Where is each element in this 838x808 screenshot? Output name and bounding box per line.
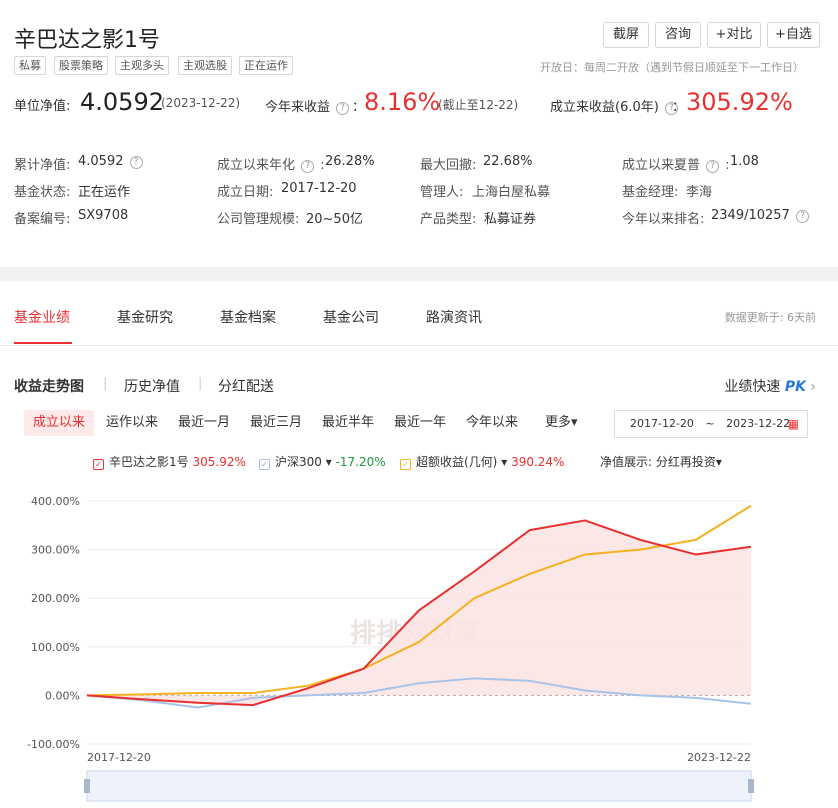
- aum-label: 公司管理规模:: [217, 212, 300, 227]
- cum-nav-value: 4.0592 ?: [78, 154, 145, 169]
- annualized-label: 成立以来年化 ? :: [217, 158, 325, 173]
- tab-research[interactable]: 基金研究: [117, 307, 173, 327]
- status-label: 基金状态:: [14, 185, 71, 200]
- x-tick-label: 2023-12-22: [687, 751, 751, 764]
- navigator-right-handle[interactable]: [748, 779, 754, 793]
- open-day-text: 开放日：每周二开放（遇到节假日顺延至下一工作日）: [540, 61, 804, 74]
- max-drawdown-label: 最大回撤:: [420, 158, 477, 173]
- nav-label: 单位净值:: [14, 99, 71, 114]
- fund-manager-label: 基金经理:: [622, 185, 679, 200]
- y-tick-label: 300.00%: [31, 544, 80, 557]
- range-3m[interactable]: 最近三月: [241, 410, 311, 436]
- tag-running: 正在运作: [239, 56, 293, 75]
- sharpe-value: 1.08: [730, 154, 759, 169]
- calendar-icon: ▦: [787, 417, 799, 431]
- fund-title: 辛巴达之影1号: [14, 28, 160, 53]
- screenshot-button[interactable]: 截屏: [603, 22, 649, 48]
- since-value: 305.92%: [686, 88, 793, 116]
- date-start: 2017-12-20: [630, 417, 694, 430]
- watchlist-button[interactable]: +自选: [767, 22, 820, 48]
- excess-dropdown-icon: ▾: [501, 455, 508, 469]
- chevron-right-icon: ›: [810, 379, 816, 395]
- help-icon[interactable]: ?: [129, 156, 143, 169]
- product-type-label: 产品类型:: [420, 212, 477, 227]
- status-value: 正在运作: [78, 185, 131, 200]
- y-tick-label: 100.00%: [31, 641, 80, 654]
- y-tick-label: 400.00%: [31, 495, 80, 508]
- subtab-separator: |: [103, 376, 108, 391]
- check-icon: ✓: [400, 459, 411, 470]
- pk-link[interactable]: 业绩快速 PK ›: [724, 376, 816, 396]
- manager-co-link[interactable]: 上海白屋私募: [472, 181, 550, 200]
- tag-private: 私募: [14, 56, 46, 75]
- check-icon: ✓: [93, 459, 104, 470]
- range-6m[interactable]: 最近半年: [313, 410, 383, 436]
- ytd-rank-label: 今年以来排名:: [622, 212, 705, 227]
- ytd-value: 8.16%: [364, 88, 441, 116]
- range-since-inception[interactable]: 成立以来: [24, 410, 95, 436]
- range-1y[interactable]: 最近一年: [385, 410, 455, 436]
- inception-value: 2017-12-20: [281, 181, 357, 196]
- navigator-left-handle[interactable]: [84, 779, 90, 793]
- tab-active-indicator: [14, 342, 72, 344]
- tab-roadshow[interactable]: 路演资讯: [426, 307, 482, 327]
- tag-subjective-long: 主观多头: [115, 56, 169, 75]
- tag-stock-strategy: 股票策略: [54, 56, 108, 75]
- range-since-running[interactable]: 运作以来: [97, 410, 167, 436]
- check-icon: ✓: [259, 459, 270, 470]
- record-no-label: 备案编号:: [14, 212, 71, 227]
- help-icon[interactable]: ?: [336, 102, 350, 115]
- subtab-dividend[interactable]: 分红配送: [218, 376, 274, 396]
- legend-excess[interactable]: ✓ 超额收益(几何) ▾ 390.24%: [400, 453, 564, 470]
- update-time: 数据更新于: 6天前: [724, 311, 816, 324]
- nav-date: (2023-12-22): [161, 96, 241, 110]
- date-tilde: ~: [705, 417, 715, 430]
- legend-index[interactable]: ✓ 沪深300 ▾ -17.20%: [259, 453, 386, 470]
- tag-subjective-picking: 主观选股: [178, 56, 232, 75]
- tab-performance[interactable]: 基金业绩: [14, 307, 70, 327]
- ytd-rank-value: 2349/10257 ?: [711, 208, 811, 223]
- range-more-dropdown[interactable]: 更多▾: [536, 410, 587, 436]
- manager-co-label: 管理人:: [420, 185, 464, 200]
- aum-value: 20~50亿: [306, 212, 363, 227]
- ytd-note: (截止至12-22): [438, 98, 519, 112]
- y-tick-label: 200.00%: [31, 592, 80, 605]
- inception-label: 成立日期:: [217, 185, 274, 200]
- x-tick-label: 2017-12-20: [87, 751, 151, 764]
- y-tick-label: 0.00%: [45, 689, 80, 702]
- help-icon[interactable]: ?: [795, 210, 809, 223]
- consult-button[interactable]: 咨询: [655, 22, 701, 48]
- nav-value: 4.0592: [80, 88, 164, 116]
- max-drawdown-value: 22.68%: [483, 154, 533, 169]
- zoom-navigator[interactable]: [86, 770, 752, 802]
- tab-company[interactable]: 基金公司: [323, 307, 379, 327]
- fund-manager-link[interactable]: 李海: [686, 181, 712, 200]
- ytd-label: 今年来收益 ?: [265, 96, 351, 115]
- compare-button[interactable]: +对比: [707, 22, 761, 48]
- record-no-value: SX9708: [78, 208, 129, 223]
- section-divider: [0, 267, 838, 281]
- help-icon[interactable]: ?: [301, 160, 315, 173]
- cum-nav-label: 累计净值:: [14, 158, 71, 173]
- return-chart: 400.00% 300.00% 200.00% 100.00% 0.00% -100.00…: [27, 495, 754, 802]
- y-tick-label: -100.00%: [27, 738, 80, 751]
- since-label: 成立来收益(6.0年) ?: [550, 96, 680, 115]
- since-colon: ：: [672, 100, 686, 115]
- date-range-picker[interactable]: 2017-12-20 ~ 2023-12-22 ▦: [614, 410, 808, 438]
- nav-display-select[interactable]: 净值展示: 分红再投资▾: [600, 453, 722, 470]
- product-type-value: 私募证券: [484, 212, 537, 227]
- sharpe-label: 成立以来夏普 ? :: [622, 158, 730, 173]
- legend-fund[interactable]: ✓ 辛巴达之影1号 305.92%: [93, 453, 246, 470]
- index-dropdown-icon: ▾: [325, 455, 332, 469]
- tabs-divider: [0, 345, 838, 346]
- subtab-return-trend[interactable]: 收益走势图: [14, 376, 84, 396]
- date-end: 2023-12-22: [726, 417, 791, 430]
- range-ytd[interactable]: 今年以来: [457, 410, 527, 436]
- subtab-history-nav[interactable]: 历史净值: [124, 376, 180, 396]
- help-icon[interactable]: ?: [706, 160, 720, 173]
- annualized-value: 26.28%: [325, 154, 375, 169]
- range-1m[interactable]: 最近一月: [169, 410, 239, 436]
- tab-archive[interactable]: 基金档案: [220, 307, 276, 327]
- subtab-separator: |: [198, 376, 203, 391]
